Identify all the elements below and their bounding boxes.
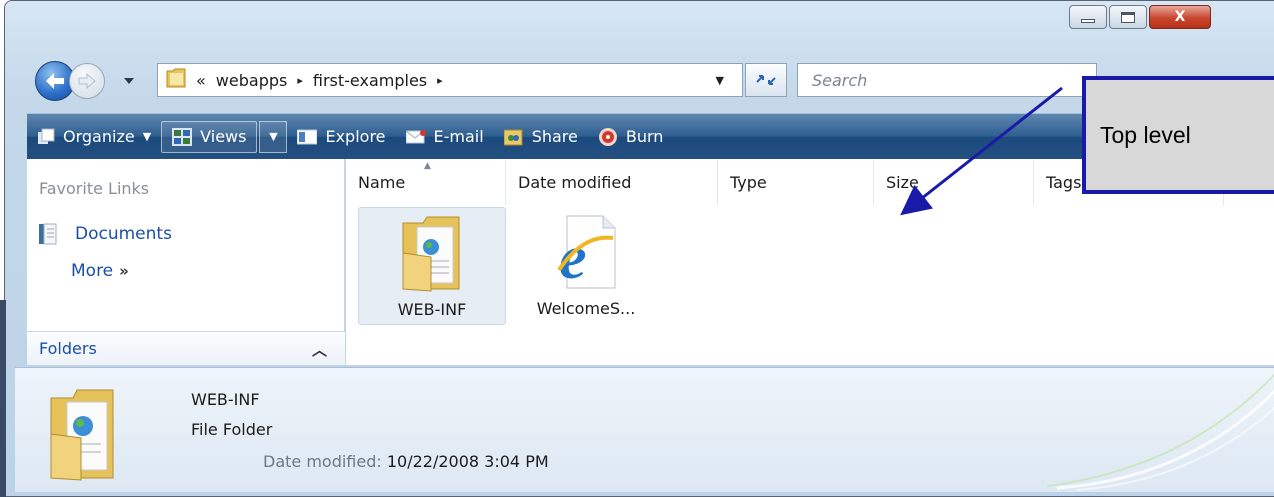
callout-arrow [900,86,1063,216]
